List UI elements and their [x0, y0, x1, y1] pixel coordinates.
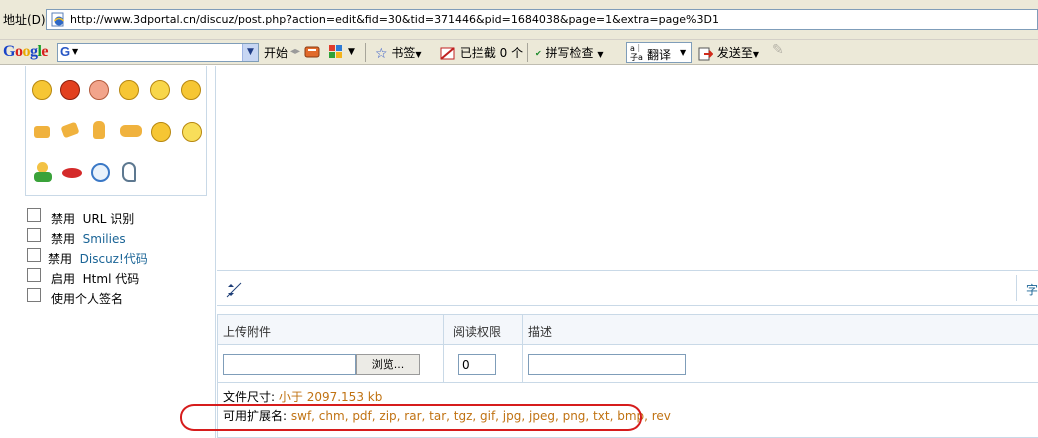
phone-icon[interactable]: [122, 162, 136, 182]
disable-smilies-checkbox[interactable]: [27, 228, 41, 242]
attachment-header: 上传附件 阅读权限 描述: [218, 315, 1038, 345]
fist-icon[interactable]: [34, 126, 50, 138]
disable-url-checkbox[interactable]: [27, 208, 41, 222]
person-icon[interactable]: [34, 162, 52, 182]
file-path-input[interactable]: [223, 354, 356, 375]
google-toolbar: Google G ▼ ▼ 开始 ◂▸ ▼ ☆ 书签▼ 已拦截 0 个 ✔ 拼写检…: [0, 40, 1038, 65]
translate-button[interactable]: a｜ 子a 翻译 ▼: [626, 42, 692, 63]
grin-smiley-icon[interactable]: [182, 122, 202, 142]
description-input[interactable]: [528, 354, 686, 375]
lips-icon[interactable]: [62, 168, 82, 178]
resize-editor-icon[interactable]: [225, 281, 243, 299]
left-options-column: 禁用 URL 识别 禁用 Smilies 禁用 Discuz!代码 启用 Htm…: [17, 66, 216, 438]
bookmarks-button[interactable]: ☆ 书签▼: [375, 44, 422, 62]
spellcheck-button[interactable]: ✔ 拼写检查 ▼: [535, 44, 604, 61]
chevron-down-icon: ▼: [597, 50, 604, 59]
annotation-oval: [180, 404, 642, 431]
highlight-pen-icon[interactable]: ✎: [772, 42, 784, 58]
post-form: 禁用 URL 识别 禁用 Smilies 禁用 Discuz!代码 启用 Htm…: [0, 66, 1038, 438]
browse-button[interactable]: 浏览...: [356, 354, 420, 375]
upload-column-header: 上传附件: [223, 325, 272, 339]
file-size-info: 文件尺寸: 小于 2097.153 kb: [223, 390, 383, 404]
spellcheck-icon: ✔: [535, 49, 542, 58]
permission-input[interactable]: 0: [458, 354, 496, 375]
address-url: http://www.3dportal.cn/discuz/post.php?a…: [70, 13, 719, 26]
discuz-code-link[interactable]: Discuz!代码: [80, 252, 148, 266]
thumbs-icon[interactable]: [60, 121, 80, 139]
description-column-header: 描述: [528, 325, 553, 339]
smiley-icon[interactable]: [32, 80, 52, 100]
google-logo[interactable]: Google: [3, 43, 48, 61]
sendto-button[interactable]: 发送至▼: [698, 44, 759, 61]
start-search-button[interactable]: 开始: [264, 44, 288, 61]
clock-icon[interactable]: [91, 163, 110, 182]
disable-discuz-checkbox[interactable]: [27, 248, 41, 262]
sendto-icon: [698, 47, 713, 60]
crying-smiley-icon[interactable]: [119, 80, 139, 100]
character-count-label: 字: [1025, 283, 1038, 297]
chevron-down-icon: ▼: [752, 50, 759, 59]
puzzle-icon[interactable]: [328, 44, 344, 60]
love-smiley-icon[interactable]: [181, 80, 201, 100]
sad-smiley-icon[interactable]: [89, 80, 109, 100]
handshake-icon[interactable]: [120, 125, 142, 137]
footer-separator: [1016, 275, 1017, 301]
engine-dropdown-icon[interactable]: ▼: [72, 47, 78, 56]
angry-smiley-icon[interactable]: [60, 80, 80, 100]
use-signature-checkbox[interactable]: [27, 288, 41, 302]
shy-smiley-icon[interactable]: [150, 80, 170, 100]
address-field[interactable]: http://www.3dportal.cn/discuz/post.php?a…: [46, 9, 1038, 30]
news-icon[interactable]: [304, 45, 320, 59]
ie-page-icon: [51, 12, 65, 27]
enable-html-checkbox[interactable]: [27, 268, 41, 282]
smilies-panel: [25, 66, 207, 196]
star-icon: ☆: [375, 45, 388, 62]
puzzle-dropdown-icon[interactable]: ▼: [348, 47, 355, 57]
arrows-icon: ◂▸: [290, 46, 301, 57]
chevron-down-icon: ▼: [415, 50, 422, 59]
toolbar-separator: [527, 43, 528, 62]
popup-blocker-icon: [440, 46, 455, 60]
popup-blocker-button[interactable]: 已拦截 0 个: [440, 44, 523, 61]
toolbar-separator: [365, 43, 366, 62]
laugh-smiley-icon[interactable]: [151, 122, 171, 142]
google-search-box[interactable]: G ▼ ▼: [57, 43, 259, 62]
address-label: 地址(D): [3, 13, 46, 27]
permission-column-header: 阅读权限: [453, 325, 502, 339]
search-dropdown-arrow[interactable]: ▼: [242, 44, 258, 61]
smilies-link[interactable]: Smilies: [83, 232, 126, 246]
address-bar: 地址(D) http://www.3dportal.cn/discuz/post…: [0, 0, 1038, 40]
translate-icon: a｜ 子a: [630, 44, 643, 62]
attachment-row: 浏览... 0: [218, 345, 1038, 383]
chevron-down-icon: ▼: [680, 48, 687, 57]
editor-footer: 字: [217, 270, 1038, 306]
search-engine-icon: G: [60, 44, 71, 59]
victory-hand-icon[interactable]: [93, 121, 105, 139]
